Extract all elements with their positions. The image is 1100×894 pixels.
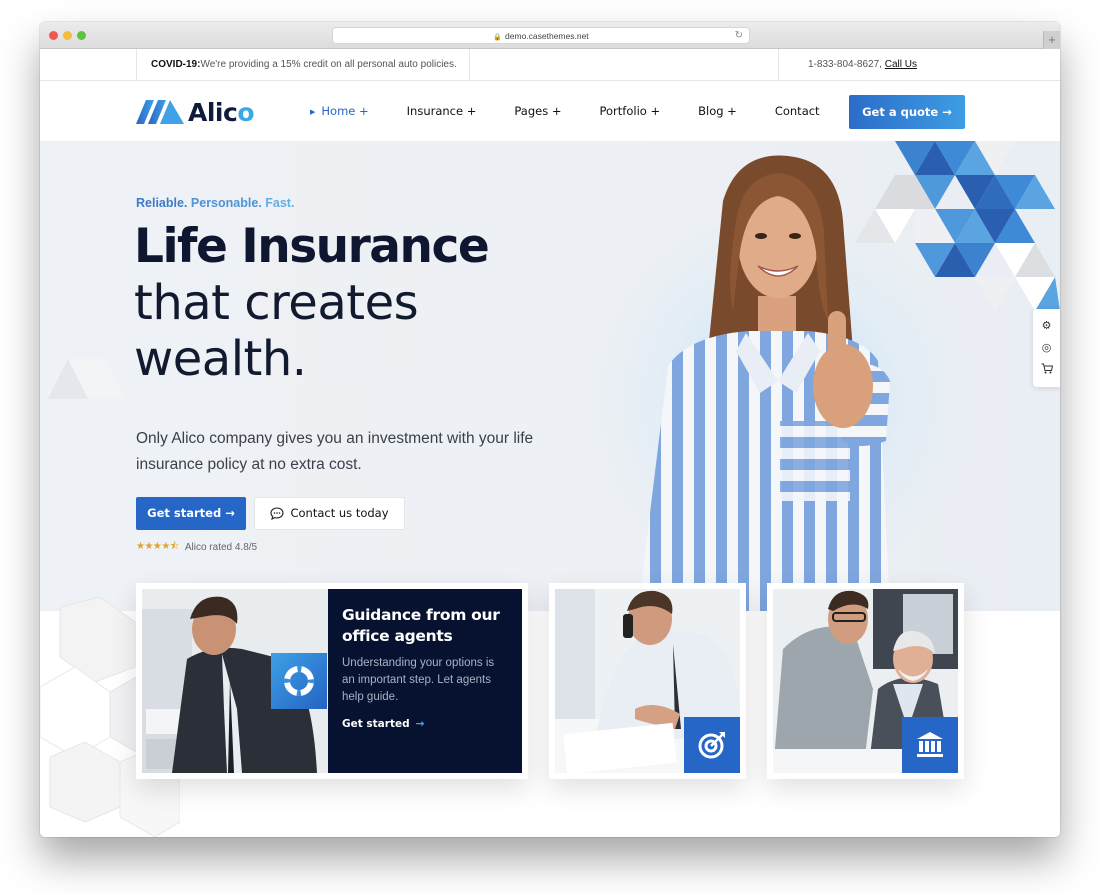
card-dark-panel: Guidance from our office agents Understa…: [328, 589, 522, 773]
logo-text: Alico: [188, 98, 254, 127]
gear-icon[interactable]: ⚙: [1033, 315, 1060, 337]
cart-glyph: [1041, 363, 1053, 374]
floating-side-toolbar: ⚙ ◎: [1033, 309, 1060, 387]
browser-titlebar: 🔒 demo.casethemes.net ↻ +: [40, 22, 1060, 49]
nav-item-blog[interactable]: Blog +: [698, 104, 737, 118]
hero-section: Reliable. Personable. Fast. Life Insuran…: [40, 141, 1060, 611]
rating-row: ★★★★⯪ Alico rated 4.8/5: [136, 539, 257, 556]
contact-button-label: Contact us today: [290, 506, 389, 520]
site-header: Alico ▶ Home + Insurance + Pages + Portfo…: [40, 81, 1060, 141]
tagline-word: Fast.: [265, 196, 295, 210]
main-nav: ▶ Home + Insurance + Pages + Portfolio + …: [310, 81, 858, 141]
target-badge: [684, 717, 740, 773]
logo-text-main: Alic: [188, 97, 238, 127]
close-window-button[interactable]: [49, 31, 58, 40]
nav-item-portfolio[interactable]: Portfolio +: [600, 104, 661, 118]
new-tab-button[interactable]: +: [1043, 31, 1060, 49]
logo-text-accent: o: [237, 97, 254, 127]
nav-label: Home +: [321, 104, 369, 118]
star-rating-icon: ★★★★⯪: [136, 541, 179, 552]
lock-icon: 🔒: [493, 34, 503, 41]
address-bar[interactable]: 🔒 demo.casethemes.net ↻: [332, 27, 750, 44]
hero-description: Only Alico company gives you an investme…: [136, 430, 534, 473]
tagline-word: Personable.: [190, 196, 262, 210]
phone-number: 1-833-804-8627,: [808, 59, 882, 70]
browser-window: 🔒 demo.casethemes.net ↻ + COVID-19:We're …: [40, 22, 1060, 837]
card-link-label: Get started: [342, 718, 410, 730]
get-started-button[interactable]: Get started →: [136, 497, 246, 530]
card-title: Guidance from our office agents: [342, 606, 500, 645]
arrow-right-icon: →: [415, 718, 425, 730]
top-info-bar: COVID-19:We're providing a 15% credit on…: [40, 49, 1060, 81]
card-get-started-link[interactable]: Get started →: [342, 718, 508, 730]
lifebuoy-icon: [284, 666, 314, 696]
contact-info: 1-833-804-8627, Call Us: [778, 49, 1060, 81]
caret-right-icon: ▶: [310, 108, 316, 116]
nav-item-insurance[interactable]: Insurance +: [407, 104, 477, 118]
maximize-window-button[interactable]: [77, 31, 86, 40]
covid-notice: COVID-19:We're providing a 15% credit on…: [136, 49, 470, 81]
hero-headline-bold: Life Insurance: [134, 219, 490, 274]
bank-badge: [902, 717, 958, 773]
card-text: Understanding your options is an importa…: [342, 657, 495, 703]
screenshot-stage: 🔒 demo.casethemes.net ↻ + COVID-19:We're …: [0, 0, 1100, 894]
rating-text: Alico rated 4.8/5: [184, 542, 258, 553]
cart-icon[interactable]: [1033, 359, 1060, 381]
hero-headline-line2: that creates: [134, 275, 419, 331]
call-us-link[interactable]: Call Us: [885, 59, 917, 70]
logo-mark-icon: [136, 100, 184, 124]
bank-icon: [917, 732, 943, 757]
nav-item-pages[interactable]: Pages +: [514, 104, 561, 118]
contact-us-today-button[interactable]: Contact us today: [254, 497, 405, 530]
get-a-quote-button[interactable]: Get a quote →: [849, 95, 965, 129]
nav-item-contact[interactable]: Contact: [775, 104, 820, 118]
site-logo[interactable]: Alico: [136, 98, 254, 127]
chat-bubble-icon: [270, 507, 285, 520]
notice-label: COVID-19:: [151, 59, 201, 70]
minimize-window-button[interactable]: [63, 31, 72, 40]
tagline-word: Reliable.: [136, 196, 188, 210]
advisor-meeting-card[interactable]: [767, 583, 964, 779]
phone-agent-card[interactable]: [549, 583, 746, 779]
nav-item-home[interactable]: ▶ Home +: [310, 104, 369, 118]
smiling-woman-thumbs-up-image: [638, 155, 890, 611]
notice-text: We're providing a 15% credit on all pers…: [200, 59, 457, 70]
hero-headline-line3: wealth.: [134, 331, 307, 387]
agent-guidance-card: Guidance from our office agents Understa…: [136, 583, 528, 779]
target-icon: [698, 732, 725, 759]
lifebuoy-icon[interactable]: ◎: [1033, 337, 1060, 359]
decorative-triangle-icon: [48, 359, 126, 399]
reload-icon[interactable]: ↻: [735, 28, 743, 44]
hero-tagline: Reliable. Personable. Fast.: [136, 196, 294, 210]
lifebuoy-badge: [271, 653, 327, 709]
url-text: demo.casethemes.net: [505, 31, 589, 41]
